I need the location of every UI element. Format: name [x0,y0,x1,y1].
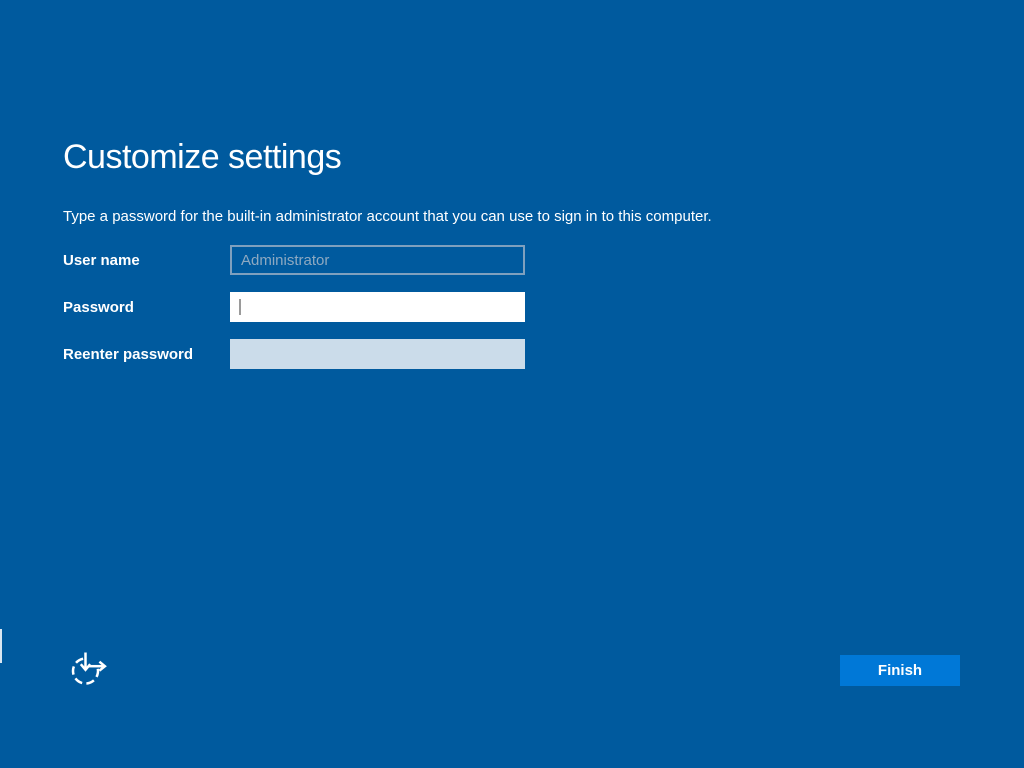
password-label: Password [63,299,230,316]
username-field-wrap [230,245,525,275]
page-description: Type a password for the built-in adminis… [63,208,712,225]
page-title: Customize settings [63,138,341,177]
oobe-customize-settings-screen: Customize settings Type a password for t… [0,0,1024,768]
finish-button[interactable]: Finish [840,655,960,686]
reenter-password-input[interactable] [230,339,525,369]
reenter-password-field-wrap [230,339,525,369]
reenter-password-label: Reenter password [63,346,230,363]
form-row-password: Password [63,292,525,322]
username-label: User name [63,252,230,269]
form-row-reenter-password: Reenter password [63,339,525,369]
password-field-wrap [230,292,525,322]
form-row-username: User name [63,245,525,275]
password-input[interactable] [230,292,525,322]
ease-of-access-icon [71,651,107,687]
left-edge-artifact [0,629,2,663]
ease-of-access-button[interactable] [68,649,110,691]
admin-account-form: User name Password Reenter password [63,245,525,386]
text-caret [239,299,241,315]
username-input[interactable] [230,245,525,275]
